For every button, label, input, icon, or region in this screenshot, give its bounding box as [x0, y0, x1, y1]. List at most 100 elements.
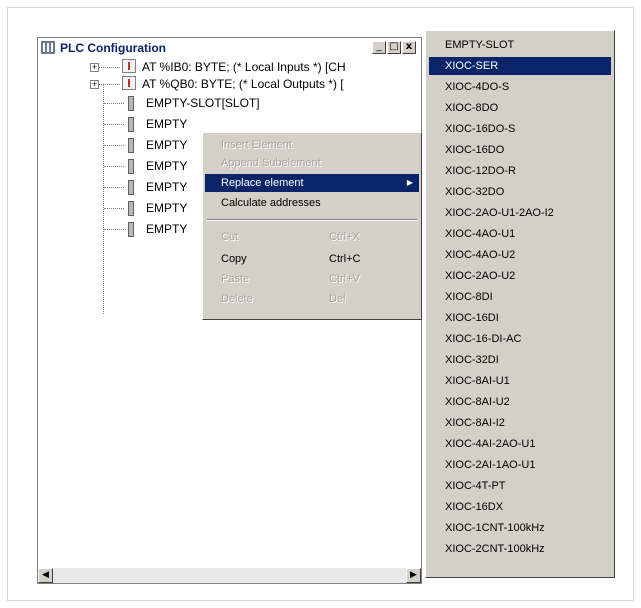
submenu-item[interactable]: XIOC-8AI-U2: [429, 393, 611, 411]
menu-item-copy[interactable]: Copy Ctrl+C: [205, 250, 419, 268]
tree-connector: [104, 166, 124, 167]
tree-node-label: AT %QB0: BYTE; (* Local Outputs *) [: [142, 77, 344, 91]
submenu-item[interactable]: XIOC-32DO: [429, 183, 611, 201]
menu-item-delete[interactable]: Delete Del: [205, 290, 419, 308]
menu-item-label: Paste: [221, 273, 250, 285]
scroll-right-arrow-icon[interactable]: ▶: [406, 568, 421, 583]
submenu-item[interactable]: XIOC-4AO-U2: [429, 246, 611, 264]
tree-connector: [104, 208, 124, 209]
submenu-item-label: XIOC-8AI-U2: [445, 396, 510, 408]
tree-connector: [98, 67, 120, 68]
menu-item-replace-element[interactable]: Replace element ▶: [205, 174, 419, 192]
submenu-item-label: XIOC-16DO: [445, 144, 505, 156]
tree-node-label: EMPTY: [146, 138, 188, 152]
submenu-item-label: XIOC-4DO-S: [445, 81, 510, 93]
slot-icon: [128, 117, 134, 132]
submenu-item[interactable]: XIOC-4AO-U1: [429, 225, 611, 243]
menu-item-shortcut: Ctrl+C: [329, 253, 361, 265]
tree-connector: [104, 145, 124, 146]
submenu-arrow-icon: ▶: [406, 178, 413, 187]
submenu-item[interactable]: XIOC-16DO-S: [429, 120, 611, 138]
submenu-item[interactable]: XIOC-4T-PT: [429, 477, 611, 495]
submenu-item-label: XIOC-4AO-U1: [445, 228, 516, 240]
submenu-item-label: XIOC-4T-PT: [445, 480, 506, 492]
close-button[interactable]: x: [402, 41, 416, 54]
replace-element-submenu: EMPTY-SLOT XIOC-SER XIOC-4DO-S XIOC-8DO …: [425, 30, 615, 578]
submenu-item[interactable]: XIOC-8AI-I2: [429, 414, 611, 432]
slot-icon: [128, 222, 134, 237]
submenu-item-label: XIOC-1CNT-100kHz: [445, 522, 545, 534]
menu-item-label: Delete: [221, 293, 253, 305]
slot-icon: [128, 180, 134, 195]
slot-icon: [128, 159, 134, 174]
tree-node-label: EMPTY-SLOT[SLOT]: [146, 96, 260, 110]
horizontal-scrollbar[interactable]: ◀ ▶: [38, 568, 421, 583]
submenu-item-label: XIOC-16DO-S: [445, 123, 516, 135]
menu-item-label: Append Subelement: [221, 157, 321, 169]
submenu-item[interactable]: XIOC-2AO-U1-2AO-I2: [429, 204, 611, 222]
menu-item-cut[interactable]: Cut Ctrl+X: [205, 228, 419, 246]
submenu-item-label: XIOC-8DO: [445, 102, 499, 114]
submenu-item[interactable]: XIOC-8DO: [429, 99, 611, 117]
submenu-item[interactable]: XIOC-16DI: [429, 309, 611, 327]
submenu-item-label: XIOC-2AO-U2: [445, 270, 516, 282]
menu-item-paste[interactable]: Paste Ctrl+V: [205, 270, 419, 288]
expand-toggle[interactable]: +: [90, 80, 99, 89]
menu-item-shortcut: Ctrl+V: [329, 273, 360, 285]
submenu-item[interactable]: XIOC-1CNT-100kHz: [429, 519, 611, 537]
submenu-item-label: XIOC-SER: [445, 60, 499, 72]
submenu-item[interactable]: XIOC-2CNT-100kHz: [429, 540, 611, 558]
menu-item-label: Copy: [221, 253, 247, 265]
tree-node-label: EMPTY: [146, 159, 188, 173]
submenu-item-label: EMPTY-SLOT: [445, 39, 515, 51]
context-menu: Insert Element Append Subelement Replace…: [202, 132, 422, 320]
submenu-item[interactable]: XIOC-16-DI-AC: [429, 330, 611, 348]
submenu-item[interactable]: XIOC-16DX: [429, 498, 611, 516]
menu-item-append-subelement[interactable]: Append Subelement: [205, 154, 419, 172]
submenu-item-label: XIOC-16DX: [445, 501, 504, 513]
expand-toggle[interactable]: +: [90, 63, 99, 72]
tree-connector: [98, 84, 120, 85]
submenu-item-label: XIOC-8AI-I2: [445, 417, 505, 429]
submenu-item-label: XIOC-12DO-R: [445, 165, 516, 177]
tree-node-label: EMPTY: [146, 117, 188, 131]
tree-connector: [104, 124, 124, 125]
minimize-button[interactable]: _: [372, 41, 386, 54]
submenu-item-selected[interactable]: XIOC-SER: [429, 57, 611, 75]
submenu-item-label: XIOC-32DO: [445, 186, 505, 198]
slot-icon: [128, 201, 134, 216]
submenu-item-label: XIOC-2AI-1AO-U1: [445, 459, 536, 471]
submenu-item-label: XIOC-16-DI-AC: [445, 333, 522, 345]
tree-connector: [104, 103, 124, 104]
scroll-left-arrow-icon[interactable]: ◀: [38, 568, 53, 583]
tree-node-label: EMPTY: [146, 180, 188, 194]
tree-node-label: EMPTY: [146, 222, 188, 236]
slot-icon: [128, 96, 134, 111]
menu-item-insert-element[interactable]: Insert Element: [205, 136, 419, 154]
submenu-item-label: XIOC-8DI: [445, 291, 493, 303]
submenu-item[interactable]: XIOC-4AI-2AO-U1: [429, 435, 611, 453]
maximize-button[interactable]: □: [387, 41, 401, 54]
title-bar: PLC Configuration _ □ x: [38, 38, 421, 58]
submenu-item[interactable]: EMPTY-SLOT: [429, 36, 611, 54]
submenu-item-label: XIOC-2CNT-100kHz: [445, 543, 545, 555]
menu-item-label: Calculate addresses: [221, 197, 321, 209]
io-module-icon: [122, 76, 136, 90]
submenu-item[interactable]: XIOC-12DO-R: [429, 162, 611, 180]
submenu-item[interactable]: XIOC-16DO: [429, 141, 611, 159]
window-title: PLC Configuration: [60, 41, 166, 55]
menu-item-calculate-addresses[interactable]: Calculate addresses: [205, 194, 419, 212]
submenu-item[interactable]: XIOC-8DI: [429, 288, 611, 306]
submenu-item[interactable]: XIOC-4DO-S: [429, 78, 611, 96]
submenu-item[interactable]: XIOC-2AO-U2: [429, 267, 611, 285]
submenu-item[interactable]: XIOC-2AI-1AO-U1: [429, 456, 611, 474]
menu-separator: [207, 219, 417, 221]
submenu-item-label: XIOC-8AI-U1: [445, 375, 510, 387]
submenu-item[interactable]: XIOC-32DI: [429, 351, 611, 369]
plc-configuration-icon: [41, 41, 55, 54]
submenu-item-label: XIOC-2AO-U1-2AO-I2: [445, 207, 554, 219]
tree-connector: [104, 187, 124, 188]
submenu-item[interactable]: XIOC-8AI-U1: [429, 372, 611, 390]
tree-node-label: AT %IB0: BYTE; (* Local Inputs *) [CH: [142, 60, 346, 74]
slot-icon: [128, 138, 134, 153]
